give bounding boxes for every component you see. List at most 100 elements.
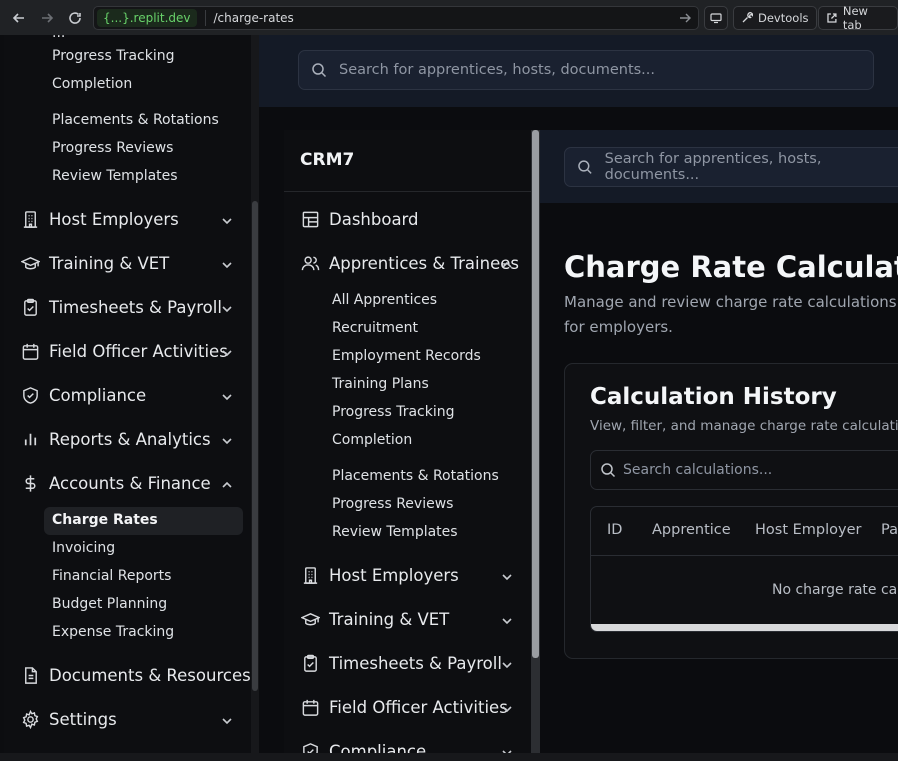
- chevron-down-icon[interactable]: [500, 701, 514, 715]
- sidebar-subitem-invoicing[interactable]: Invoicing: [52, 540, 115, 556]
- sidebar-item-label: Reports & Analytics: [49, 429, 211, 449]
- column-header-pay[interactable]: Pay: [881, 522, 898, 538]
- scrollbar-thumb[interactable]: [532, 130, 539, 658]
- window-bottom-edge: [0, 753, 898, 761]
- chevron-up-icon[interactable]: [220, 477, 234, 491]
- sidebar-item-label: Training & VET: [329, 609, 450, 629]
- sidebar-subitem-employment-records[interactable]: Employment Records: [332, 348, 481, 364]
- chevron-down-icon[interactable]: [220, 213, 234, 227]
- new-tab-button[interactable]: New tab: [818, 4, 898, 32]
- chevron-down-icon[interactable]: [220, 345, 234, 359]
- empty-state-text: No charge rate calculations: [772, 582, 898, 598]
- wrench-icon: [742, 12, 753, 23]
- sidebar-item-label: Host Employers: [49, 209, 179, 229]
- column-header-apprentice[interactable]: Apprentice: [652, 522, 731, 538]
- devtools-button[interactable]: Devtools: [733, 6, 817, 30]
- sidebar-item-host-employers[interactable]: Host Employers: [20, 204, 179, 234]
- sidebar-item-training[interactable]: Training & VET: [300, 604, 449, 634]
- chevron-down-icon[interactable]: [500, 657, 514, 671]
- go-arrow-icon[interactable]: [678, 11, 692, 25]
- card-subtitle: View, filter, and manage charge rate cal…: [590, 418, 898, 434]
- sidebar-item-documents[interactable]: Documents & Resources: [20, 660, 251, 690]
- sidebar-item-label: Compliance: [49, 385, 147, 405]
- address-bar[interactable]: {...}.replit.dev /charge-rates: [93, 6, 699, 30]
- inner-main: Search for apprentices, hosts, documents…: [540, 130, 898, 753]
- sidebar-item-compliance[interactable]: Compliance: [20, 380, 146, 410]
- sidebar-item-field-officer[interactable]: Field Officer Activities: [300, 692, 508, 722]
- chevron-down-icon[interactable]: [500, 745, 514, 753]
- sidebar-item-timesheets[interactable]: Timesheets & Payroll: [20, 292, 222, 322]
- monitor-icon: [710, 13, 722, 24]
- card-title: Calculation History: [590, 384, 837, 410]
- sidebar-item-label: Compliance: [329, 741, 427, 754]
- calculations-search-placeholder: Search calculations...: [623, 462, 773, 478]
- sidebar-subitem-charge-rates[interactable]: Charge Rates: [52, 512, 158, 528]
- sidebar-item-reports[interactable]: Reports & Analytics: [20, 424, 211, 454]
- sidebar-subitem-financial-reports[interactable]: Financial Reports: [52, 568, 171, 584]
- shield-check-icon: [20, 385, 40, 405]
- sidebar-item-label: Host Employers: [329, 565, 459, 585]
- sidebar-item-apprentices[interactable]: Apprentices & Trainees: [300, 248, 519, 278]
- chevron-down-icon[interactable]: [500, 613, 514, 627]
- graduation-cap-icon: [20, 253, 40, 273]
- sidebar-item-compliance[interactable]: Compliance: [300, 736, 426, 753]
- reload-button[interactable]: [64, 7, 86, 29]
- sidebar-item-label: Training & VET: [49, 253, 170, 273]
- sidebar-subitem-review-templates[interactable]: Review Templates: [332, 524, 458, 540]
- sidebar-item-accounts-finance[interactable]: Accounts & Finance: [20, 468, 211, 498]
- chevron-down-icon[interactable]: [500, 569, 514, 583]
- sidebar-item-dashboard[interactable]: Dashboard: [300, 204, 419, 234]
- sidebar-subitem-cut[interactable]: ...: [52, 35, 65, 41]
- sidebar-subitem-review-templates[interactable]: Review Templates: [52, 168, 178, 184]
- sidebar-subitem-expense-tracking[interactable]: Expense Tracking: [52, 624, 174, 640]
- sidebar-subitem-completion[interactable]: Completion: [332, 432, 412, 448]
- sidebar-item-field-officer[interactable]: Field Officer Activities: [20, 336, 228, 366]
- sidebar-item-host-employers[interactable]: Host Employers: [300, 560, 459, 590]
- chevron-down-icon[interactable]: [220, 301, 234, 315]
- global-search-input[interactable]: Search for apprentices, hosts, documents…: [564, 147, 898, 187]
- url-path: /charge-rates: [213, 11, 294, 25]
- sidebar-item-settings[interactable]: Settings: [20, 704, 117, 734]
- sidebar-subitem-budget-planning[interactable]: Budget Planning: [52, 596, 167, 612]
- sidebar-subitem-progress-reviews[interactable]: Progress Reviews: [332, 496, 453, 512]
- calculations-table: ID Apprentice Host Employer Pay No charg…: [590, 506, 898, 632]
- outer-sidebar: ... Progress Tracking Completion Placeme…: [4, 35, 251, 753]
- sidebar-item-label: Settings: [49, 709, 117, 729]
- inner-sidebar-scrollbar[interactable]: [531, 130, 540, 753]
- sidebar-item-label: Field Officer Activities: [329, 697, 508, 717]
- chevron-down-icon[interactable]: [220, 389, 234, 403]
- chevron-down-icon[interactable]: [220, 713, 234, 727]
- sidebar-item-training[interactable]: Training & VET: [20, 248, 169, 278]
- bar-chart-icon: [20, 429, 40, 449]
- scrollbar-thumb[interactable]: [252, 201, 258, 691]
- sidebar-subitem-placements[interactable]: Placements & Rotations: [332, 468, 499, 484]
- search-placeholder: Search for apprentices, hosts, documents…: [339, 62, 656, 78]
- sidebar-subitem-placements[interactable]: Placements & Rotations: [52, 112, 219, 128]
- back-button[interactable]: [8, 7, 30, 29]
- sidebar-subitem-training-plans[interactable]: Training Plans: [332, 376, 429, 392]
- chevron-down-icon[interactable]: [220, 433, 234, 447]
- sidebar-item-timesheets[interactable]: Timesheets & Payroll: [300, 648, 502, 678]
- column-header-id[interactable]: ID: [607, 522, 622, 538]
- sidebar-subitem-recruitment[interactable]: Recruitment: [332, 320, 418, 336]
- table-horizontal-scrollbar[interactable]: [591, 624, 898, 631]
- calendar-icon: [300, 697, 320, 717]
- building-icon: [20, 209, 40, 229]
- column-header-host-employer[interactable]: Host Employer: [755, 522, 861, 538]
- outer-sidebar-scrollbar[interactable]: [251, 35, 259, 753]
- sidebar-subitem-all-apprentices[interactable]: All Apprentices: [332, 292, 437, 308]
- sidebar-item-label: Field Officer Activities: [49, 341, 228, 361]
- chevron-down-icon[interactable]: [220, 257, 234, 271]
- brand-logo[interactable]: CRM7: [300, 150, 354, 170]
- sidebar-subitem-progress-tracking[interactable]: Progress Tracking: [52, 48, 174, 64]
- table-header: ID Apprentice Host Employer Pay: [591, 507, 898, 556]
- forward-button[interactable]: [36, 7, 58, 29]
- sidebar-subitem-completion[interactable]: Completion: [52, 76, 132, 92]
- search-icon: [312, 63, 327, 78]
- device-preview-button[interactable]: [704, 6, 728, 30]
- global-search-input[interactable]: Search for apprentices, hosts, documents…: [298, 50, 874, 90]
- chevron-up-icon[interactable]: [500, 257, 514, 271]
- sidebar-subitem-progress-tracking[interactable]: Progress Tracking: [332, 404, 454, 420]
- sidebar-subitem-progress-reviews[interactable]: Progress Reviews: [52, 140, 173, 156]
- calculations-search-input[interactable]: Search calculations...: [590, 450, 898, 490]
